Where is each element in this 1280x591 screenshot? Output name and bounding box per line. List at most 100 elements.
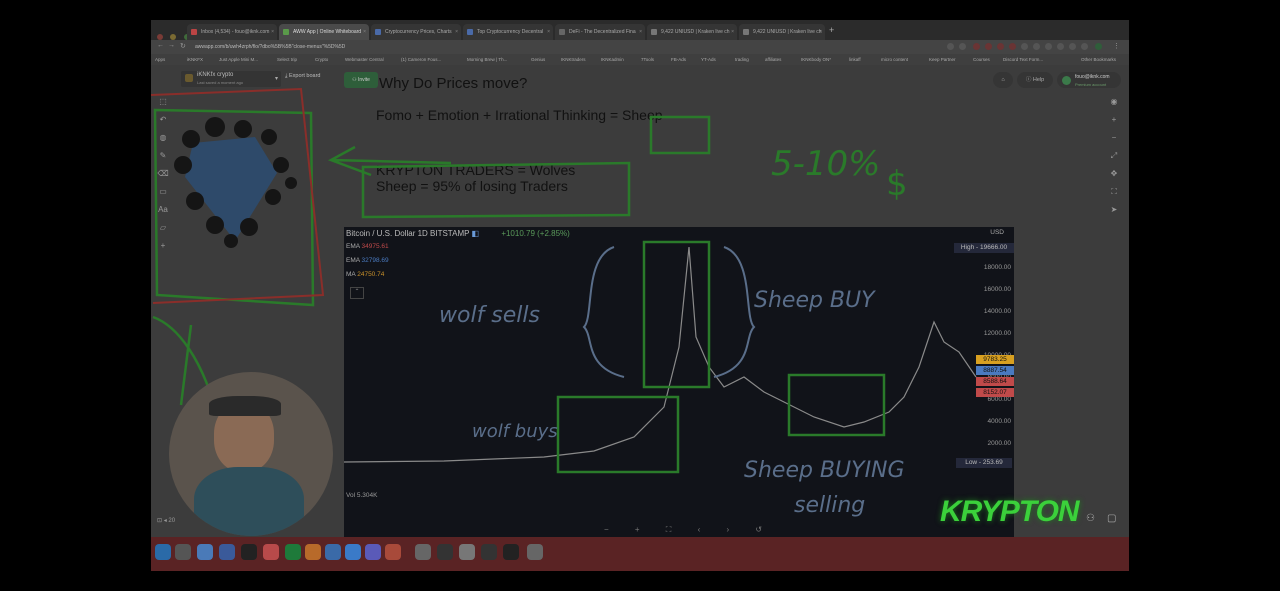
trash-icon[interactable]: [527, 544, 543, 560]
extension-icon[interactable]: [1081, 43, 1088, 50]
app-icon[interactable]: [219, 544, 235, 560]
bookmark[interactable]: Courses: [973, 54, 990, 65]
whiteboard-canvas[interactable]: iKNKfx crypto Last saved a moment ago ▾ …: [151, 65, 1129, 537]
bookmark[interactable]: YT-Ads: [701, 54, 716, 65]
browser-tab[interactable]: Inbox (4,534) - fouo@iknk.com ×: [187, 24, 277, 40]
close-tab-icon[interactable]: ×: [731, 24, 734, 40]
window-thumbnail[interactable]: [503, 544, 519, 560]
file-icon[interactable]: [415, 544, 431, 560]
krypton-box-stroke: [361, 161, 631, 219]
app-icon[interactable]: [345, 544, 361, 560]
close-tab-icon[interactable]: ×: [819, 24, 822, 40]
user-icon[interactable]: ⚇: [1086, 513, 1095, 524]
reload-icon[interactable]: ↻: [180, 42, 186, 50]
chrome-icon[interactable]: [305, 544, 321, 560]
browser-tab[interactable]: 9,422 UNIUSD | Kraken live ch ×: [647, 24, 737, 40]
bookmark[interactable]: Keep Partner: [929, 54, 956, 65]
close-tab-icon[interactable]: ×: [455, 24, 458, 40]
annotation-selling: selling: [794, 493, 865, 518]
bookmark[interactable]: IKNKadmin: [601, 54, 624, 65]
browser-tab[interactable]: DeFi - The Decentralized Fina ×: [555, 24, 645, 40]
bookmark[interactable]: micro content: [881, 54, 908, 65]
extension-icon[interactable]: [947, 43, 954, 50]
bookmark[interactable]: affiliates: [765, 54, 781, 65]
dock: [151, 537, 1129, 571]
window-thumbnail[interactable]: [459, 544, 475, 560]
browser-tab-bar: Inbox (4,534) - fouo@iknk.com × AWW App |…: [151, 20, 1129, 40]
bookmark[interactable]: Discord Text Form...: [1003, 54, 1043, 65]
kraken-icon: [743, 29, 749, 35]
bookmark[interactable]: Just Apple Mini M...: [219, 54, 258, 65]
bookmark[interactable]: Morning Brew | Th...: [467, 54, 507, 65]
extension-icon[interactable]: [997, 43, 1004, 50]
extension-icon[interactable]: [1033, 43, 1040, 50]
presenter-hat: [209, 396, 281, 416]
close-tab-icon[interactable]: ×: [363, 24, 366, 40]
url-field[interactable]: awwapp.com/b/uwh4zrph/flo/?dbo%5B%5B"clo…: [195, 42, 345, 52]
bookmark[interactable]: FB-Ads: [671, 54, 686, 65]
zoom-indicator[interactable]: ⊡ ◂ 20: [157, 517, 175, 524]
bookmark[interactable]: IKNKtraders: [561, 54, 586, 65]
app-icon[interactable]: [197, 544, 213, 560]
bookmark[interactable]: iKNKFX: [187, 54, 203, 65]
chat-icon[interactable]: ▢: [1107, 513, 1116, 524]
finder-icon[interactable]: [155, 544, 171, 560]
settings-icon[interactable]: [175, 544, 191, 560]
extension-icon[interactable]: [985, 43, 992, 50]
close-tab-icon[interactable]: ×: [547, 24, 550, 40]
window-thumbnail[interactable]: [437, 544, 453, 560]
annotation-wolf-sells: wolf sells: [439, 303, 540, 328]
diamond-icon: [185, 137, 277, 241]
app-icon[interactable]: [385, 544, 401, 560]
bookmark[interactable]: 7Tools: [641, 54, 654, 65]
star-icon[interactable]: [959, 43, 966, 50]
extension-icon[interactable]: [973, 43, 980, 50]
app-icon[interactable]: [325, 544, 341, 560]
extension-icon[interactable]: [1057, 43, 1064, 50]
webcam-overlay: [169, 372, 333, 536]
extension-icon[interactable]: [1021, 43, 1028, 50]
annotation-left-brace: [582, 246, 625, 378]
annotation-right-brace: [713, 246, 756, 378]
new-tab-button[interactable]: +: [829, 25, 834, 35]
close-tab-icon[interactable]: ×: [271, 24, 274, 40]
spotify-icon[interactable]: [285, 544, 301, 560]
bookmark[interactable]: Webmaster Central: [345, 54, 384, 65]
bookmark-other[interactable]: Other Bookmarks: [1081, 54, 1116, 65]
discord-icon[interactable]: [365, 544, 381, 560]
aww-icon: [283, 29, 289, 35]
menu-kebab-icon[interactable]: ⋮: [1113, 42, 1120, 50]
app-icon[interactable]: [241, 544, 257, 560]
bookmark[interactable]: Select trip: [277, 54, 297, 65]
annotation-sheep-buy: Sheep BUY: [754, 288, 876, 313]
bookmark[interactable]: (1) Cameron Fous...: [401, 54, 441, 65]
bookmark[interactable]: Genius: [531, 54, 545, 65]
app-icon[interactable]: [263, 544, 279, 560]
tab-label: Cryptocurrency Prices, Charts: [385, 29, 452, 35]
tab-label: 9,422 UNIUSD | Kraken live ch: [661, 29, 730, 35]
window-thumbnail[interactable]: [481, 544, 497, 560]
back-icon[interactable]: ←: [157, 42, 164, 49]
bookmark[interactable]: trading: [735, 54, 749, 65]
annotation-peak-box: [642, 240, 711, 389]
address-bar: ← → ↻ awwapp.com/b/uwh4zrph/flo/?dbo%5B%…: [151, 40, 1129, 54]
bookmark[interactable]: linkaff: [849, 54, 861, 65]
tab-label: 9,422 UNIUSD | Kraken live ch: [753, 29, 822, 35]
browser-tab[interactable]: 9,422 UNIUSD | Kraken live ch ×: [739, 24, 825, 40]
lock-icon: ⊡ ◂: [157, 518, 169, 524]
bookmark[interactable]: IKNKbody ON*: [801, 54, 831, 65]
annotation-wolf-buys: wolf buys: [472, 421, 558, 442]
browser-tab[interactable]: Top Cryptocurrency Decentral ×: [463, 24, 553, 40]
profile-avatar[interactable]: [1095, 43, 1102, 50]
bookmark[interactable]: Crypto: [315, 54, 328, 65]
browser-tab[interactable]: Cryptocurrency Prices, Charts ×: [371, 24, 461, 40]
bookmark-apps[interactable]: Apps: [155, 54, 165, 65]
extension-icon[interactable]: [1009, 43, 1016, 50]
arrow-stroke: [327, 145, 452, 177]
close-tab-icon[interactable]: ×: [639, 24, 642, 40]
extension-icon[interactable]: [1045, 43, 1052, 50]
tab-label: AWW App | Online Whiteboard: [293, 29, 362, 35]
extension-icon[interactable]: [1069, 43, 1076, 50]
forward-icon[interactable]: →: [168, 42, 175, 49]
browser-tab-active[interactable]: AWW App | Online Whiteboard ×: [279, 24, 369, 40]
